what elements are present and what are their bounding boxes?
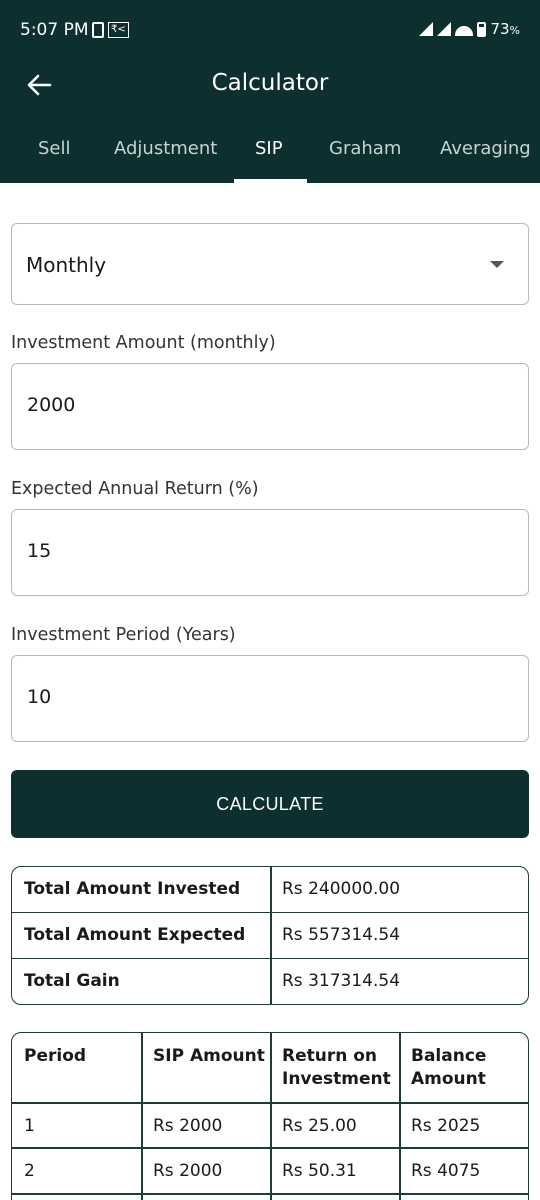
wifi-icon	[455, 22, 473, 36]
return-field[interactable]	[11, 509, 529, 596]
signal-icon-2	[437, 22, 452, 36]
table-cell: Rs 2025	[411, 1116, 481, 1136]
summary-row: Total Gain Rs 317314.54	[12, 959, 528, 1004]
period-table: Period SIP Amount Return on Investment B…	[11, 1032, 529, 1200]
summary-row: Total Amount Expected Rs 557314.54	[12, 913, 528, 959]
tab-indicator	[234, 179, 307, 183]
table-cell: 1	[24, 1116, 35, 1136]
column-divider	[399, 1033, 401, 1200]
table-cell: Rs 2000	[153, 1116, 223, 1136]
app-bar: Calculator Sell Adjustment SIP Graham Av…	[0, 52, 540, 183]
battery-percent: 73%	[490, 20, 520, 38]
frequency-selected: Monthly	[26, 253, 107, 277]
table-cell: Rs 4075	[411, 1161, 481, 1181]
header-period: Period	[24, 1046, 87, 1066]
column-divider	[270, 1033, 272, 1200]
summary-value: Rs 557314.54	[282, 925, 401, 945]
summary-table: Total Amount Invested Rs 240000.00 Total…	[11, 866, 529, 1005]
vibrate-icon	[92, 22, 104, 38]
summary-value: Rs 317314.54	[282, 971, 401, 991]
table-cell: Rs 25.00	[282, 1116, 357, 1136]
header-sip-amount: SIP Amount	[153, 1046, 265, 1066]
tab-sip[interactable]: SIP	[255, 138, 283, 159]
app-notification-icon: ₹<	[108, 22, 129, 38]
battery-icon	[477, 21, 487, 37]
tab-bar: Sell Adjustment SIP Graham Averaging	[0, 132, 540, 183]
header-balance: Balance Amount	[411, 1046, 487, 1089]
period-label: Investment Period (Years)	[11, 625, 236, 645]
status-time: 5:07 PM	[20, 20, 89, 40]
summary-label: Total Gain	[24, 971, 120, 991]
amount-label: Investment Amount (monthly)	[11, 333, 276, 353]
page-title: Calculator	[211, 70, 329, 96]
table-cell: Rs 2000	[153, 1161, 223, 1181]
amount-input[interactable]	[27, 394, 507, 416]
status-notification-icons: ₹<	[92, 22, 129, 38]
summary-label: Total Amount Invested	[24, 879, 241, 899]
tab-sell[interactable]: Sell	[38, 138, 71, 159]
period-field[interactable]	[11, 655, 529, 742]
status-bar: 5:07 PM ₹< 73%	[0, 0, 540, 52]
summary-row: Total Amount Invested Rs 240000.00	[12, 867, 528, 913]
summary-value: Rs 240000.00	[282, 879, 401, 899]
table-cell: 2	[24, 1161, 35, 1181]
frequency-dropdown[interactable]: Monthly	[11, 223, 529, 305]
return-input[interactable]	[27, 540, 507, 562]
status-right: 73%	[419, 20, 520, 38]
return-label: Expected Annual Return (%)	[11, 479, 259, 499]
tab-averaging[interactable]: Averaging	[440, 138, 531, 159]
calculate-button[interactable]: CALCULATE	[11, 770, 529, 838]
signal-icon	[419, 22, 434, 36]
table-cell: Rs 50.31	[282, 1161, 357, 1181]
amount-field[interactable]	[11, 363, 529, 450]
caret-down-icon	[490, 261, 504, 268]
row-divider	[12, 1193, 528, 1195]
row-divider	[12, 1102, 528, 1104]
header-return: Return on Investment	[282, 1046, 391, 1089]
row-divider	[12, 1147, 528, 1149]
tab-graham[interactable]: Graham	[329, 138, 401, 159]
tab-adjustment[interactable]: Adjustment	[114, 138, 217, 159]
summary-label: Total Amount Expected	[24, 925, 246, 945]
column-divider	[141, 1033, 143, 1200]
period-input[interactable]	[27, 686, 507, 708]
